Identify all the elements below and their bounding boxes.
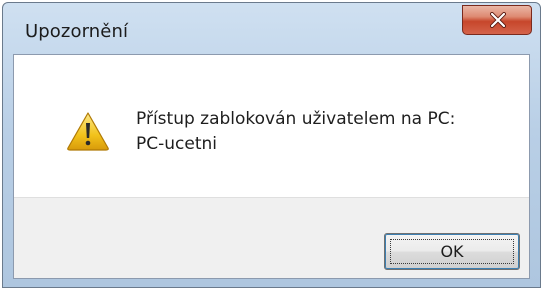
dialog-client-area: Přístup zablokován uživatelem na PC: PC-…	[13, 54, 530, 279]
dialog-window: Upozornění Přístup zablokován uživatelem…	[2, 2, 541, 288]
ok-button-label: OK	[440, 242, 464, 261]
message-text: Přístup zablokován uživatelem na PC: PC-…	[136, 107, 455, 157]
close-button[interactable]	[462, 5, 532, 35]
title-bar[interactable]: Upozornění	[3, 3, 540, 55]
button-bar: OK	[14, 197, 529, 278]
message-line-2: PC-ucetni	[136, 134, 217, 154]
message-area: Přístup zablokován uživatelem na PC: PC-…	[14, 55, 529, 197]
close-icon	[490, 12, 506, 28]
ok-button[interactable]: OK	[384, 233, 520, 270]
message-line-1: Přístup zablokován uživatelem na PC:	[136, 109, 456, 129]
window-title: Upozornění	[25, 21, 129, 42]
warning-icon	[67, 112, 109, 151]
